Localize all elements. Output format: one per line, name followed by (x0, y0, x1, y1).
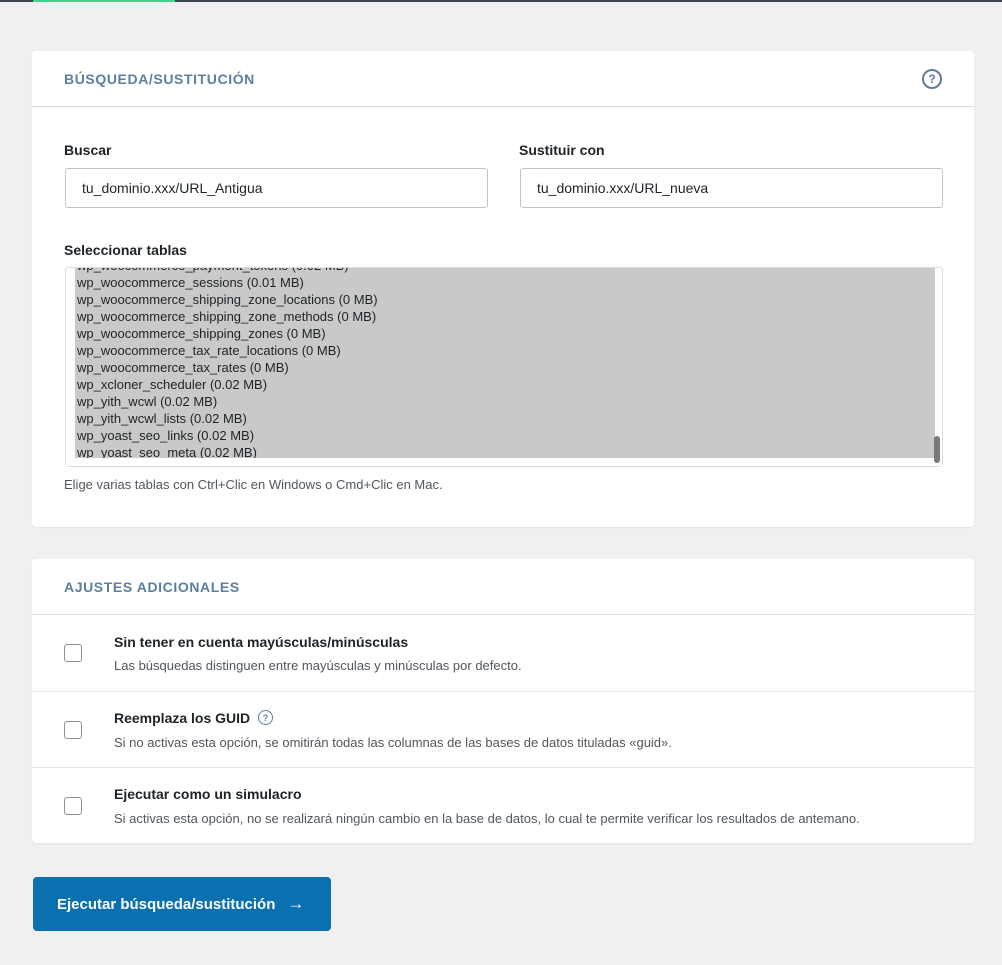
setting-description: Si activas esta opción, no se realizará … (114, 811, 860, 826)
table-option[interactable]: wp_woocommerce_shipping_zone_methods (0 … (77, 308, 378, 325)
table-option[interactable]: wp_woocommerce_shipping_zones (0 MB) (77, 325, 378, 342)
setting-case-insensitive: Sin tener en cuenta mayúsculas/minúscula… (32, 615, 974, 691)
run-button-label: Ejecutar búsqueda/sustitución (57, 895, 276, 913)
table-option[interactable]: wp_yoast_seo_links (0.02 MB) (77, 427, 378, 444)
case-insensitive-checkbox[interactable] (64, 644, 82, 662)
setting-replace-guids: Reemplaza los GUID ? Si no activas esta … (32, 691, 974, 767)
replace-input[interactable] (520, 168, 943, 208)
additional-settings-header: AJUSTES ADICIONALES (32, 559, 974, 615)
arrow-right-icon: → (287, 894, 305, 913)
setting-dry-run: Ejecutar como un simulacro Si activas es… (32, 767, 974, 843)
setting-description: Si no activas esta opción, se omitirán t… (114, 735, 672, 750)
replace-label: Sustituir con (519, 142, 605, 158)
question-circle-icon[interactable]: ? (258, 710, 273, 725)
table-option[interactable]: wp_xcloner_scheduler (0.02 MB) (77, 376, 378, 393)
search-input[interactable] (65, 168, 488, 208)
selected-tables-highlight: wp_woocommerce_payment_tokens (0.02 MB)w… (75, 268, 935, 458)
search-label: Buscar (64, 142, 112, 158)
table-option[interactable]: wp_woocommerce_tax_rates (0 MB) (77, 359, 378, 376)
tables-select[interactable]: wp_woocommerce_payment_tokens (0.02 MB)w… (65, 267, 943, 467)
dry-run-checkbox[interactable] (64, 797, 82, 815)
table-option[interactable]: wp_woocommerce_shipping_zone_locations (… (77, 291, 378, 308)
table-option[interactable]: wp_woocommerce_tax_rate_locations (0 MB) (77, 342, 378, 359)
question-circle-icon[interactable]: ? (922, 68, 942, 89)
search-replace-title: BÚSQUEDA/SUSTITUCIÓN (64, 70, 255, 87)
setting-description: Las búsquedas distinguen entre mayúscula… (114, 658, 522, 673)
setting-title: Sin tener en cuenta mayúsculas/minúscula… (114, 634, 409, 650)
active-tab-indicator (33, 0, 175, 2)
tables-scrollbar[interactable] (934, 436, 940, 463)
tables-list: wp_woocommerce_payment_tokens (0.02 MB)w… (77, 268, 378, 458)
setting-title: Reemplaza los GUID (114, 710, 251, 726)
setting-title: Ejecutar como un simulacro (114, 786, 302, 802)
table-option[interactable]: wp_yoast_seo_meta (0.02 MB) (77, 444, 378, 458)
additional-settings-card: AJUSTES ADICIONALES Sin tener en cuenta … (32, 559, 974, 843)
table-option[interactable]: wp_woocommerce_sessions (0.01 MB) (77, 274, 378, 291)
tables-help-text: Elige varias tablas con Ctrl+Clic en Win… (64, 477, 443, 492)
search-replace-card: BÚSQUEDA/SUSTITUCIÓN ? Buscar Sustituir … (32, 51, 974, 527)
additional-settings-title: AJUSTES ADICIONALES (64, 578, 240, 595)
table-option[interactable]: wp_yith_wcwl_lists (0.02 MB) (77, 410, 378, 427)
tables-label: Seleccionar tablas (64, 242, 187, 258)
table-option[interactable]: wp_yith_wcwl (0.02 MB) (77, 393, 378, 410)
run-search-replace-button[interactable]: Ejecutar búsqueda/sustitución → (33, 877, 331, 931)
search-replace-header: BÚSQUEDA/SUSTITUCIÓN ? (32, 51, 974, 107)
replace-guids-checkbox[interactable] (64, 721, 82, 739)
